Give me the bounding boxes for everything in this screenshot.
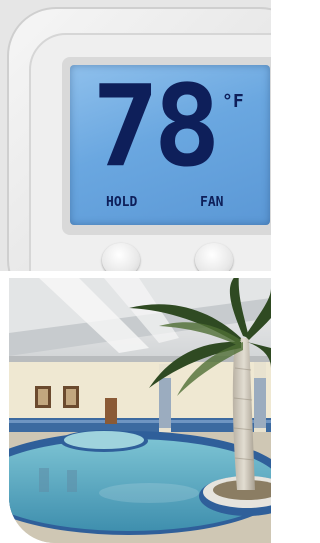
lcd-display: 78 °F HOLD FAN	[70, 65, 270, 225]
thermostat-photo: 78 °F HOLD FAN	[0, 0, 271, 271]
temperature-unit: °F	[222, 91, 244, 112]
pool-scene	[9, 278, 271, 543]
hold-indicator: HOLD	[106, 195, 138, 210]
thermostat-right-button[interactable]	[195, 243, 233, 271]
fan-indicator: FAN	[200, 195, 224, 210]
thermostat-left-button[interactable]	[102, 243, 140, 271]
temperature-readout: 78	[92, 62, 221, 192]
indoor-pool-photo	[9, 278, 271, 543]
